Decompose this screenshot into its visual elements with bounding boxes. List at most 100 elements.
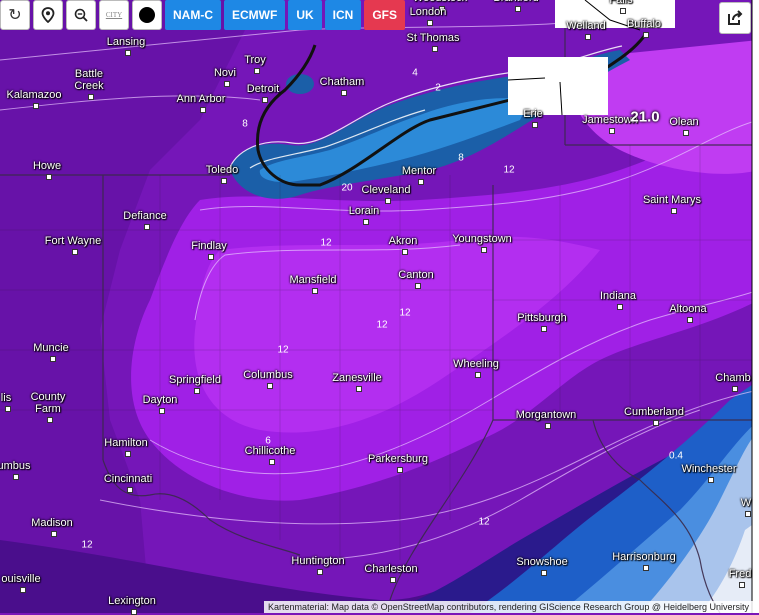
city-label: Lexington	[108, 595, 156, 607]
city-marker	[254, 68, 260, 74]
location-button[interactable]	[33, 0, 63, 30]
city-marker	[687, 317, 693, 323]
contour-value-label: 12	[376, 319, 388, 331]
city-label: Fred	[728, 568, 752, 580]
city-marker	[745, 511, 751, 517]
city-label: Lansing	[106, 36, 146, 48]
city-label: Charleston	[364, 563, 418, 575]
zoom-out-icon	[74, 8, 88, 22]
city-label: Falls	[609, 0, 633, 6]
city-marker	[475, 372, 481, 378]
refresh-button[interactable]: ↻	[0, 0, 30, 30]
city-marker	[385, 198, 391, 204]
city-marker	[5, 406, 11, 412]
city-marker	[50, 356, 56, 362]
city-marker	[397, 467, 403, 473]
city-label: Indiana	[599, 290, 637, 302]
city-label: Cincinnati	[103, 473, 153, 485]
zoom-out-button[interactable]	[66, 0, 96, 30]
city-label: Canton	[398, 269, 434, 281]
city-label: Muncie	[33, 342, 69, 354]
city-label: Madison	[31, 517, 73, 529]
city-label: Zanesville	[332, 372, 382, 384]
city-marker	[643, 32, 649, 38]
city-marker	[221, 178, 227, 184]
city-label: Mansfield	[289, 274, 337, 286]
city-marker	[609, 128, 615, 134]
city-marker	[708, 477, 714, 483]
city-label: Detroit	[246, 83, 280, 95]
city-marker	[390, 577, 396, 583]
city-marker	[532, 122, 538, 128]
city-marker	[732, 386, 738, 392]
share-icon	[728, 10, 743, 25]
share-button[interactable]	[719, 2, 751, 34]
location-pin-icon	[41, 7, 55, 23]
city-label: Defiance	[123, 210, 167, 222]
contour-value-label: 6	[265, 435, 271, 447]
city-marker	[515, 6, 521, 12]
city-marker	[363, 219, 369, 225]
city-label: Parkersburg	[368, 453, 428, 465]
city-marker	[356, 386, 362, 392]
city-label: Cumberland	[624, 406, 684, 418]
city-label: Ann Arbor	[176, 93, 226, 105]
city-marker	[269, 459, 275, 465]
model-uk-button[interactable]: UK	[288, 0, 322, 30]
city-label: Findlay	[191, 240, 227, 252]
map-canvas[interactable]	[0, 0, 759, 613]
city-label: Dayton	[142, 394, 178, 406]
city-marker	[51, 531, 57, 537]
city-label: Altoona	[669, 303, 707, 315]
city-marker	[267, 383, 273, 389]
city-label: St Thomas	[406, 32, 460, 44]
city-label: Winchester	[681, 463, 737, 475]
city-label: Welland	[566, 20, 606, 32]
city-marker	[72, 249, 78, 255]
city-label: Youngstown	[452, 233, 512, 245]
city-label: Fort Wayne	[44, 235, 102, 247]
contour-value-label: 12	[399, 307, 411, 319]
city-label: Troy	[244, 54, 266, 66]
max-value-label: 21.0	[630, 108, 660, 126]
city-toggle-icon: CITY	[105, 11, 123, 19]
city-marker	[224, 81, 230, 87]
city-marker	[317, 569, 323, 575]
dot-toggle-button[interactable]	[132, 0, 162, 30]
city-label: Battle Creek	[74, 68, 104, 92]
city-marker	[432, 46, 438, 52]
city-marker	[131, 609, 137, 615]
refresh-icon: ↻	[8, 7, 22, 24]
city-marker	[427, 20, 433, 26]
city-marker	[33, 103, 39, 109]
city-marker	[402, 249, 408, 255]
city-label: Lorain	[348, 205, 380, 217]
map-attribution[interactable]: Kartenmaterial: Map data © OpenStreetMap…	[264, 601, 753, 613]
city-label: Mentor	[401, 165, 437, 177]
city-marker	[127, 487, 133, 493]
city-marker	[208, 254, 214, 260]
city-label: Erie	[523, 108, 543, 120]
city-label: Kalamazoo	[6, 89, 62, 101]
city-label: lis	[0, 392, 12, 404]
model-ecmwf-button[interactable]: ECMWF	[224, 0, 286, 30]
city-marker	[620, 8, 626, 14]
city-label: umbus	[0, 460, 31, 472]
city-label: Snowshoe	[516, 556, 568, 568]
city-label: Wheeling	[453, 358, 499, 370]
city-label: Chamb	[715, 372, 751, 384]
city-marker	[341, 90, 347, 96]
city-marker	[481, 247, 487, 253]
model-icn-button[interactable]: ICN	[324, 0, 362, 30]
city-label: Novi	[213, 67, 237, 79]
city-toggle-button[interactable]: CITY	[99, 0, 129, 30]
model-gfs-button[interactable]: GFS	[364, 0, 406, 30]
city-label: Olean	[669, 116, 699, 128]
dot-icon	[139, 7, 155, 23]
city-marker	[683, 130, 689, 136]
city-marker	[653, 420, 659, 426]
city-marker	[200, 107, 206, 113]
city-marker	[13, 474, 19, 480]
contour-value-label: 20	[341, 182, 353, 194]
model-nam-c-button[interactable]: NAM-C	[165, 0, 221, 30]
